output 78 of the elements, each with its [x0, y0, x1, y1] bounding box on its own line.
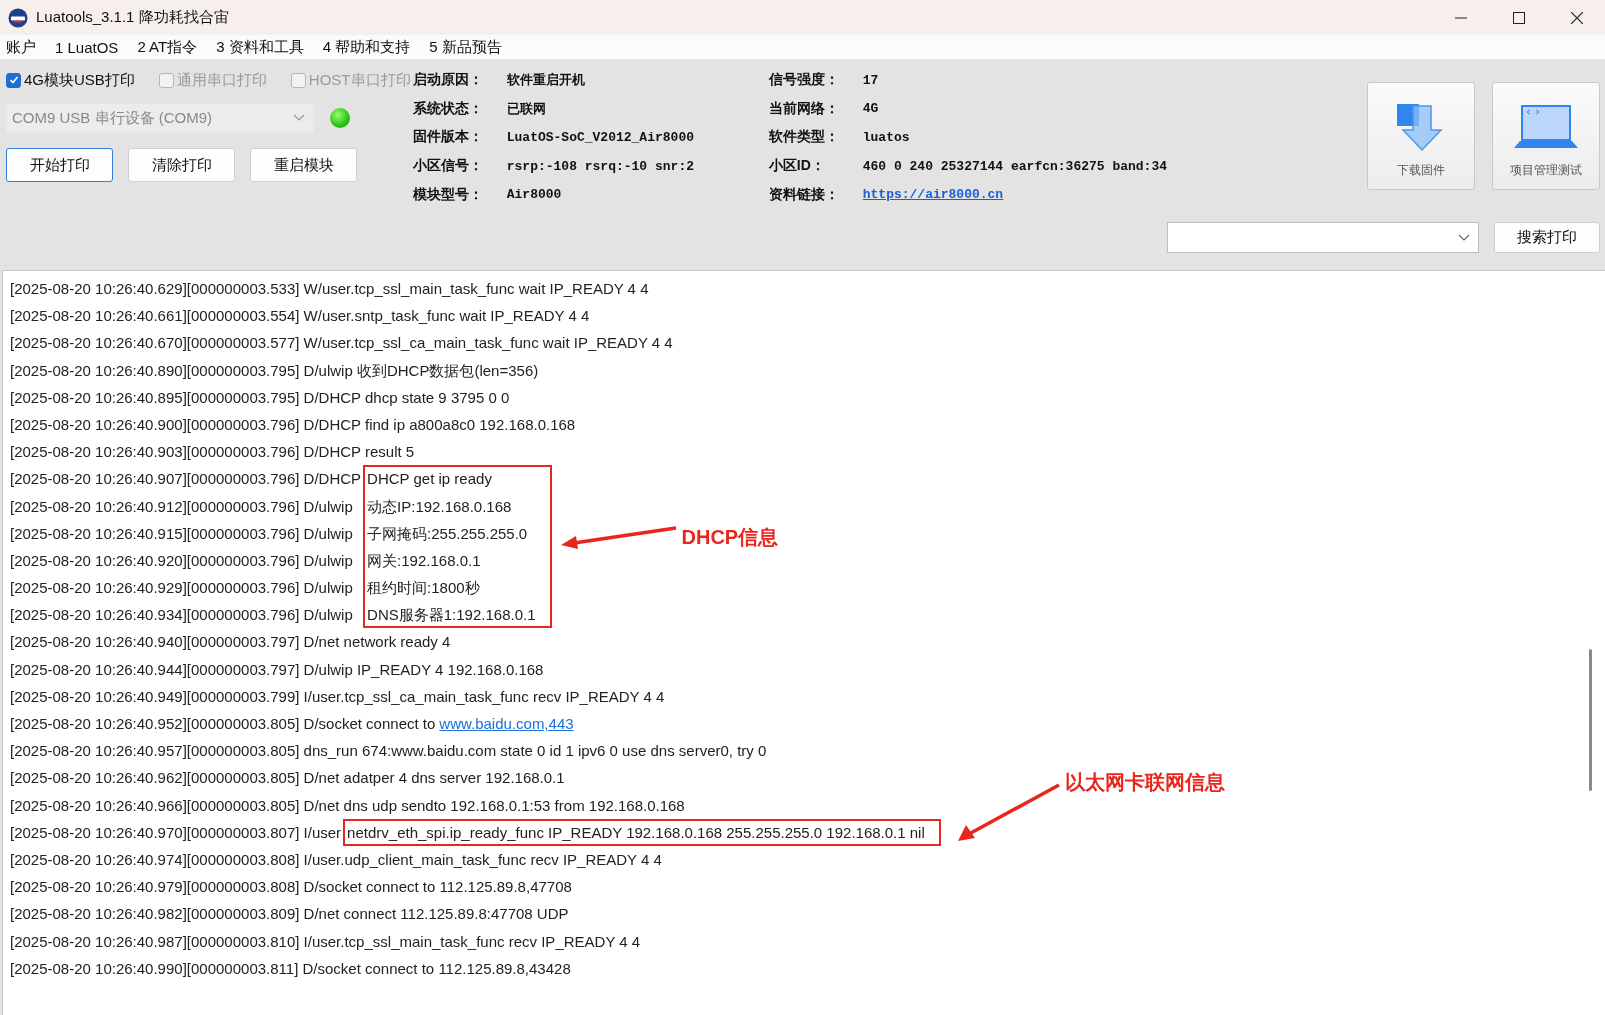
log-line: [2025-08-20 10:26:40.912][000000003.796] D/ulwip: [10, 496, 353, 517]
log-message: 租约时间:1800秒: [367, 578, 480, 599]
annotation-label: DHCP信息: [681, 524, 779, 549]
dropdown-caret-icon: [1458, 233, 1470, 242]
search-button[interactable]: 搜索打印: [1494, 222, 1600, 253]
menu-item[interactable]: 账户: [6, 37, 36, 57]
info-label: 资料链接：: [768, 185, 840, 204]
log-message: DNS服务器1:192.168.0.1: [367, 605, 536, 626]
search-dropdown[interactable]: [1167, 222, 1479, 253]
info-value: LuatOS-SoC_V2012_Air8000: [506, 130, 694, 145]
log-line: [2025-08-20 10:26:40.966][000000003.805] D/net dns udp sendto 192.168.0.1:53 from 192.168.0.168: [10, 795, 685, 816]
log-line: [2025-08-20 10:26:40.974][000000003.808] I/user.udp_client_main_task_func recv IP_READY 4 4: [10, 849, 662, 870]
log-message: 子网掩码:255.255.255.0: [367, 523, 528, 544]
info-link[interactable]: https://air8000.cn: [862, 187, 1004, 203]
menu-item[interactable]: 1 LuatOS: [55, 38, 119, 56]
log-line: [2025-08-20 10:26:40.952][000000003.805] D/socket connect to www.baidu.com,443: [10, 714, 574, 734]
scrollbar[interactable]: [1589, 649, 1592, 791]
info-value: 460 0 240 25327144 earfcn:36275 band:34: [862, 158, 1167, 174]
print-source-checkbox[interactable]: 4G模块USB打印: [6, 70, 135, 90]
log-line: [2025-08-20 10:26:40.944][000000003.797] D/ulwip IP_READY 4 192.168.0.168: [10, 659, 544, 680]
info-value: Air8000: [506, 187, 562, 203]
log-line: [2025-08-20 10:26:40.949][000000003.799] I/user.tcp_ssl_ca_main_task_func recv IP_READY 4 4: [10, 686, 665, 707]
info-value: luatos: [862, 130, 910, 145]
log-message: 动态IP:192.168.0.168: [367, 496, 512, 517]
log-line: [2025-08-20 10:26:40.895][000000003.795] D/DHCP dhcp state 9 3795 0 0: [10, 387, 510, 408]
menu-item[interactable]: 4 帮助和支持: [322, 37, 411, 57]
log-line: [2025-08-20 10:26:40.661][000000003.554] W/user.sntp_task_func wait IP_READY 4 4: [10, 306, 590, 327]
log-line: [2025-08-20 10:26:40.990][000000003.811] D/socket connect to 112.125.89.8,43428: [10, 958, 571, 979]
menu-item[interactable]: 5 新品预告: [429, 37, 502, 57]
info-label: 信号强度：: [768, 71, 840, 90]
log-line: [2025-08-20 10:26:40.903][000000003.796] D/DHCP result 5: [10, 442, 415, 463]
log-line: [2025-08-20 10:26:40.915][000000003.796] D/ulwip: [10, 523, 353, 544]
info-value: 软件重启开机: [506, 71, 585, 90]
log-message: DHCP get ip ready: [367, 469, 492, 490]
log-line: [2025-08-20 10:26:40.940][000000003.797] D/net network ready 4: [10, 632, 451, 653]
info-label: 固件版本：: [412, 128, 484, 147]
log-line: [2025-08-20 10:26:40.929][000000003.796] D/ulwip: [10, 578, 353, 599]
action-button[interactable]: 重启模块: [250, 148, 357, 182]
log-message: 网关:192.168.0.1: [367, 550, 481, 571]
log-line: [2025-08-20 10:26:40.987][000000003.810] I/user.tcp_ssl_main_task_func recv IP_READY 4 4: [10, 931, 641, 952]
menu-item[interactable]: 3 资料和工具: [216, 37, 304, 57]
maximize-icon[interactable]: [1513, 11, 1525, 24]
action-button[interactable]: 清除打印: [128, 148, 235, 182]
log-line: [2025-08-20 10:26:40.900][000000003.796] D/DHCP find ip a800a8c0 192.168.0.168: [10, 414, 576, 435]
log-line: [2025-08-20 10:26:40.962][000000003.805] D/net adatper 4 dns server 192.168.0.1: [10, 768, 565, 789]
action-button[interactable]: 开始打印: [6, 148, 113, 182]
log-line: [2025-08-20 10:26:40.979][000000003.808] D/socket connect to 112.125.89.8,47708: [10, 877, 572, 898]
window-title: Luatools_3.1.1 降功耗找合宙: [36, 8, 229, 27]
annotation-label: 以太网卡联网信息: [1064, 769, 1225, 794]
log-line: [2025-08-20 10:26:40.907][000000003.796] D/DHCP: [10, 469, 362, 490]
info-label: 系统状态：: [412, 99, 484, 118]
log-line: [2025-08-20 10:26:40.920][000000003.796] D/ulwip: [10, 550, 353, 571]
info-label: 模块型号：: [412, 185, 484, 204]
tool-button[interactable]: 下载固件: [1367, 82, 1475, 190]
close-icon[interactable]: [1571, 11, 1583, 24]
info-label: 当前网络：: [768, 99, 840, 118]
menu-item[interactable]: 2 AT指令: [137, 37, 198, 57]
log-line: [2025-08-20 10:26:40.934][000000003.796] D/ulwip: [10, 605, 353, 626]
log-line: [2025-08-20 10:26:40.970][000000003.807] I/user: [10, 822, 342, 843]
log-line: [2025-08-20 10:26:40.890][000000003.795] D/ulwip 收到DHCP数据包(len=356): [10, 360, 539, 381]
info-value: 已联网: [506, 100, 546, 118]
info-label: 软件类型：: [768, 128, 840, 147]
tool-button[interactable]: 项目管理测试: [1492, 82, 1600, 190]
info-label: 小区信号：: [412, 157, 484, 176]
info-value: 17: [862, 72, 879, 88]
info-label: 小区ID：: [768, 157, 826, 176]
log-line: [2025-08-20 10:26:40.982][000000003.809] D/net connect 112.125.89.8:47708 UDP: [10, 904, 569, 925]
dropdown-caret-icon: [293, 114, 305, 122]
log-line: [2025-08-20 10:26:40.957][000000003.805] dns_run 674:www.baidu.com state 0 id 1 ipv6 0 use dns server0, try 0: [10, 741, 767, 762]
checkmark-icon: [8, 75, 19, 85]
log-link[interactable]: www.baidu.com,443: [439, 715, 574, 732]
log-line: [2025-08-20 10:26:40.629][000000003.533] W/user.tcp_ssl_main_task_func wait IP_READY 4 4: [10, 279, 649, 299]
log-message: netdrv_eth_spi.ip_ready_func IP_READY 192.168.0.168 255.255.255.0 192.168.0.1 nil: [347, 822, 925, 843]
app-logo-icon: [8, 7, 28, 28]
info-value: 4G: [862, 101, 879, 117]
log-line: [2025-08-20 10:26:40.670][000000003.577] W/user.tcp_ssl_ca_main_task_func wait IP_READY 4 4: [10, 333, 673, 354]
info-value: rsrp:-108 rsrq:-10 snr:2: [506, 158, 694, 174]
info-label: 启动原因：: [412, 71, 484, 90]
